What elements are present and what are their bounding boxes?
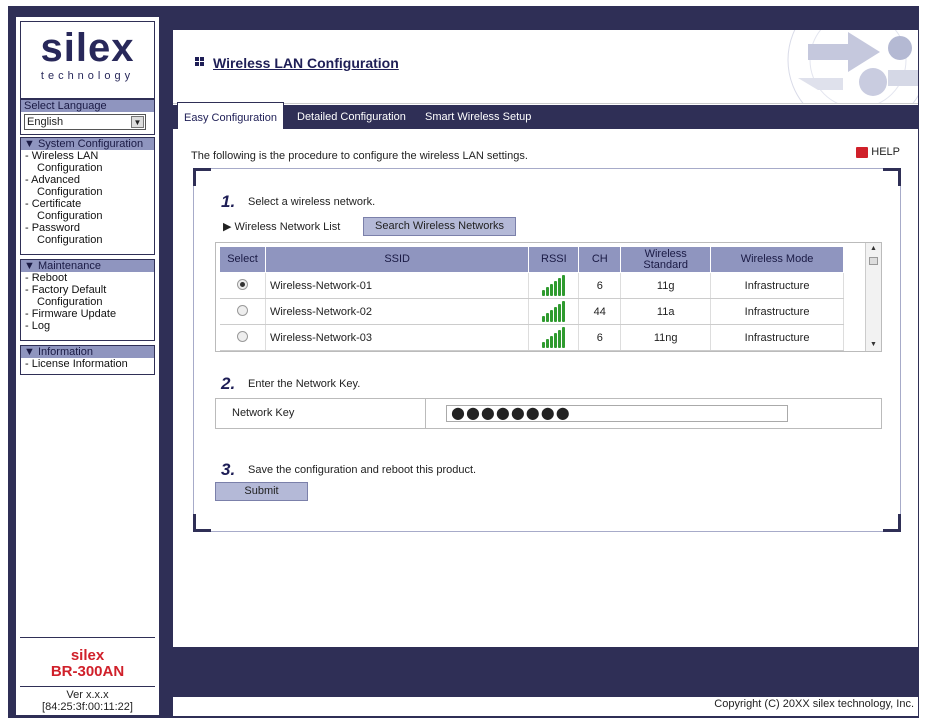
col-wireless-mode: Wireless Mode xyxy=(710,246,844,273)
network-channel: 6 xyxy=(578,324,622,351)
language-section: Select Language English ▼ xyxy=(20,99,155,135)
table-scrollbar[interactable]: ▲ ▼ xyxy=(865,243,881,351)
network-radio[interactable] xyxy=(236,304,248,316)
sidebar-item-factory-default[interactable]: - Factory Default xyxy=(21,284,154,296)
intro-text: The following is the procedure to config… xyxy=(191,150,528,162)
configuration-wizard: 1. Select a wireless network. ▶ Wireless… xyxy=(193,168,901,532)
mac-address: [84:25:3f:00:11:22] xyxy=(42,701,133,713)
col-rssi: RSSI xyxy=(528,246,580,273)
sidebar: silex technology Select Language English… xyxy=(15,16,160,716)
col-ssid: SSID xyxy=(264,246,530,273)
tab-detailed-configuration[interactable]: Detailed Configuration xyxy=(291,105,412,129)
network-radio-selected[interactable] xyxy=(236,278,248,290)
firmware-version: Ver x.x.x [84:25:3f:00:11:22] xyxy=(20,686,155,713)
step1-text: Select a wireless network. xyxy=(248,196,376,208)
step3-number: 3. xyxy=(221,460,236,479)
network-channel: 44 xyxy=(578,298,622,325)
help-label[interactable]: HELP xyxy=(871,146,900,158)
sidebar-item-factory-default-cont[interactable]: Configuration xyxy=(21,296,154,308)
wireless-network-list-label: ▶ Wireless Network List xyxy=(223,221,341,233)
scroll-thumb[interactable] xyxy=(869,257,878,265)
information-header[interactable]: ▼ Information xyxy=(21,346,154,358)
step2-number: 2. xyxy=(221,374,236,393)
network-standard: 11ng xyxy=(620,324,712,351)
language-value: English xyxy=(27,116,64,128)
help-link[interactable]: HELP xyxy=(856,146,900,158)
network-radio[interactable] xyxy=(236,330,248,342)
maintenance-header[interactable]: ▼ Maintenance xyxy=(21,260,154,272)
main-panel: Wireless LAN Configuration Easy Configur… xyxy=(173,30,918,716)
sidebar-item-wireless-lan[interactable]: - Wireless LAN xyxy=(21,150,154,162)
submit-button[interactable]: Submit xyxy=(215,482,308,501)
sidebar-item-firmware-update[interactable]: - Firmware Update xyxy=(21,308,154,320)
signal-strength-icon xyxy=(541,300,566,323)
step1-number: 1. xyxy=(221,192,236,211)
version-text: Ver x.x.x xyxy=(66,689,109,701)
title-grid-icon xyxy=(195,57,205,67)
silex-logo: silex technology xyxy=(20,21,155,99)
network-mode: Infrastructure xyxy=(710,324,844,351)
page-banner: Wireless LAN Configuration xyxy=(173,30,918,104)
network-standard: 11g xyxy=(620,272,712,299)
col-ch: CH xyxy=(578,246,622,273)
network-mode: Infrastructure xyxy=(710,298,844,325)
logo-word: silex xyxy=(40,26,135,70)
step3-text: Save the configuration and reboot this p… xyxy=(248,464,477,476)
sidebar-item-reboot[interactable]: - Reboot xyxy=(21,272,154,284)
network-key-label: Network Key xyxy=(216,399,426,428)
table-row[interactable]: Wireless-Network-02 44 11a Infrastructur… xyxy=(219,298,844,325)
sidebar-item-certificate[interactable]: - Certificate xyxy=(21,198,154,210)
network-channel: 6 xyxy=(578,272,622,299)
wireless-network-table: Select SSID RSSI CH Wireless Standard Wi… xyxy=(215,242,882,352)
sidebar-item-wireless-lan-cont[interactable]: Configuration xyxy=(21,162,154,174)
network-key-input[interactable]: ●●●●●●●● xyxy=(446,405,788,422)
sidebar-item-advanced-cont[interactable]: Configuration xyxy=(21,186,154,198)
maintenance-section: ▼ Maintenance - Reboot - Factory Default… xyxy=(20,259,155,341)
footer-band xyxy=(173,647,918,697)
tab-bar: Easy Configuration Detailed Configuratio… xyxy=(173,102,918,129)
network-mode: Infrastructure xyxy=(710,272,844,299)
sidebar-item-certificate-cont[interactable]: Configuration xyxy=(21,210,154,222)
system-configuration-section: ▼ System Configuration - Wireless LAN Co… xyxy=(20,137,155,255)
network-ssid: Wireless-Network-02 xyxy=(265,298,530,325)
copyright-text: Copyright (C) 20XX silex technology, Inc… xyxy=(714,698,914,710)
language-select[interactable]: English ▼ xyxy=(24,114,146,130)
tab-smart-wireless-setup[interactable]: Smart Wireless Setup xyxy=(419,105,537,129)
system-configuration-header[interactable]: ▼ System Configuration xyxy=(21,138,154,150)
banner-arrows-graphic xyxy=(787,30,918,103)
sidebar-item-advanced[interactable]: - Advanced xyxy=(21,174,154,186)
network-ssid: Wireless-Network-01 xyxy=(265,272,530,299)
signal-strength-icon xyxy=(541,326,566,349)
network-key-row: Network Key ●●●●●●●● xyxy=(215,398,882,429)
sidebar-item-log[interactable]: - Log xyxy=(21,320,154,332)
information-section: ▼ Information - License Information xyxy=(20,345,155,375)
logo-subtitle: technology xyxy=(40,70,135,82)
col-wireless-standard: Wireless Standard xyxy=(620,246,712,273)
signal-strength-icon xyxy=(541,274,566,297)
network-standard: 11a xyxy=(620,298,712,325)
language-header: Select Language xyxy=(21,100,154,112)
table-row[interactable]: Wireless-Network-03 6 11ng Infrastructur… xyxy=(219,324,844,351)
scroll-up-icon[interactable]: ▲ xyxy=(866,243,881,255)
tab-easy-configuration[interactable]: Easy Configuration xyxy=(177,102,284,129)
sidebar-item-password-cont[interactable]: Configuration xyxy=(21,234,154,246)
product-model: BR-300AN xyxy=(50,663,125,680)
search-wireless-networks-button[interactable]: Search Wireless Networks xyxy=(363,217,516,236)
help-book-icon[interactable] xyxy=(856,146,869,158)
step2-text: Enter the Network Key. xyxy=(248,378,361,390)
page-title: Wireless LAN Configuration xyxy=(213,55,399,71)
chevron-down-icon[interactable]: ▼ xyxy=(131,116,144,128)
col-select: Select xyxy=(219,246,266,273)
sidebar-item-password[interactable]: - Password xyxy=(21,222,154,234)
table-row[interactable]: Wireless-Network-01 6 11g Infrastructure xyxy=(219,272,844,299)
sidebar-item-license-information[interactable]: - License Information xyxy=(21,358,154,370)
product-info: silex BR-300AN Ver x.x.x [84:25:3f:00:11… xyxy=(20,637,155,715)
product-brand: silex xyxy=(70,647,105,664)
scroll-down-icon[interactable]: ▼ xyxy=(866,339,881,351)
network-ssid: Wireless-Network-03 xyxy=(265,324,530,351)
